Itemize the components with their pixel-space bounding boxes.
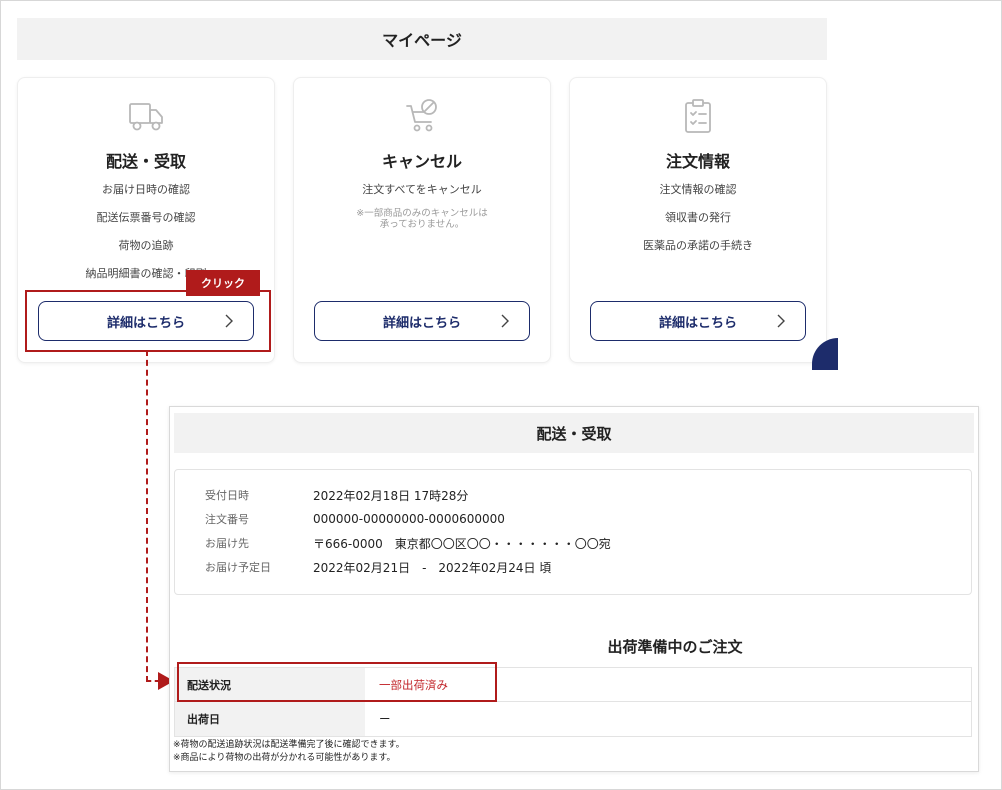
card-cancel: キャンセル 注文すべてをキャンセル ※一部商品のみのキャンセルは 承っておりませ… (293, 77, 551, 363)
info-label: 注文番号 (205, 513, 249, 526)
card-feature: 注文情報の確認 (659, 183, 737, 196)
info-label: お届け先 (205, 537, 249, 550)
card-feature: 配送伝票番号の確認 (96, 211, 196, 224)
details-button-label: 詳細はこちら (658, 315, 737, 331)
delivery-truck-icon (126, 96, 166, 136)
card-feature: 医薬品の承諾の手続き (643, 239, 753, 252)
highlight-status-row (177, 662, 497, 702)
mypage-title: マイページ (17, 18, 827, 60)
info-value: 2022年02月21日 - 2022年02月24日 頃 (313, 560, 552, 575)
status-key: 出荷日 (175, 702, 365, 736)
info-value: 000000-00000000-0000600000 (313, 512, 505, 526)
info-row: 注文番号 000000-00000000-0000600000 (205, 510, 505, 528)
info-value: 〒666-0000 東京都〇〇区〇〇・・・・・・・〇〇宛 (313, 536, 611, 551)
card-feature: お届け日時の確認 (102, 183, 190, 196)
section-title: 出荷準備中のご注文 (607, 638, 743, 656)
order-info-box: 受付日時 2022年02月18日 17時28分 注文番号 000000-0000… (174, 469, 972, 595)
info-label: お届け予定日 (205, 561, 271, 574)
footnote: ※商品により荷物の出荷が分かれる可能性があります。 (173, 753, 396, 763)
card-feature: 荷物の追跡 (118, 239, 174, 252)
chevron-right-icon (777, 314, 785, 328)
cart-cancel-icon (402, 96, 442, 136)
details-button-label: 詳細はこちら (382, 315, 461, 331)
click-annotation-label: クリック (186, 270, 260, 296)
details-button-cancel[interactable]: 詳細はこちら (314, 301, 530, 341)
card-order-info: 注文情報 注文情報の確認 領収書の発行 医薬品の承諾の手続き 詳細はこちら (569, 77, 827, 363)
info-row: お届け予定日 2022年02月21日 - 2022年02月24日 頃 (205, 558, 551, 576)
info-row: お届け先 〒666-0000 東京都〇〇区〇〇・・・・・・・〇〇宛 (205, 534, 611, 552)
info-row: 受付日時 2022年02月18日 17時28分 (205, 486, 468, 504)
card-feature: 領収書の発行 (665, 211, 731, 224)
info-value: 2022年02月18日 17時28分 (313, 488, 469, 503)
card-title: 注文情報 (665, 152, 730, 171)
details-button-order-info[interactable]: 詳細はこちら (590, 301, 806, 341)
table-row: 出荷日 ー (175, 702, 971, 736)
card-title: キャンセル (381, 152, 462, 171)
chevron-right-icon (501, 314, 509, 328)
card-note: 承っておりません。 (379, 219, 465, 230)
highlight-details-button (25, 290, 271, 352)
card-title: 配送・受取 (105, 152, 186, 171)
annotation-dashed-line (146, 350, 148, 682)
info-label: 受付日時 (205, 489, 249, 502)
delivery-detail-panel: 配送・受取 受付日時 2022年02月18日 17時28分 注文番号 00000… (169, 406, 979, 772)
panel-title: 配送・受取 (174, 413, 974, 453)
status-value: ー (379, 712, 391, 726)
footnotes: ※荷物の配送追跡状況は配送準備完了後に確認できます。 ※商品により荷物の出荷が分… (173, 739, 405, 765)
clipboard-checklist-icon (678, 96, 718, 136)
footnote: ※荷物の配送追跡状況は配送準備完了後に確認できます。 (173, 740, 405, 750)
card-feature-list: 注文すべてをキャンセル ※一部商品のみのキャンセルは 承っておりません。 (294, 182, 550, 232)
card-feature-list: 注文情報の確認 領収書の発行 医薬品の承諾の手続き (570, 182, 826, 266)
